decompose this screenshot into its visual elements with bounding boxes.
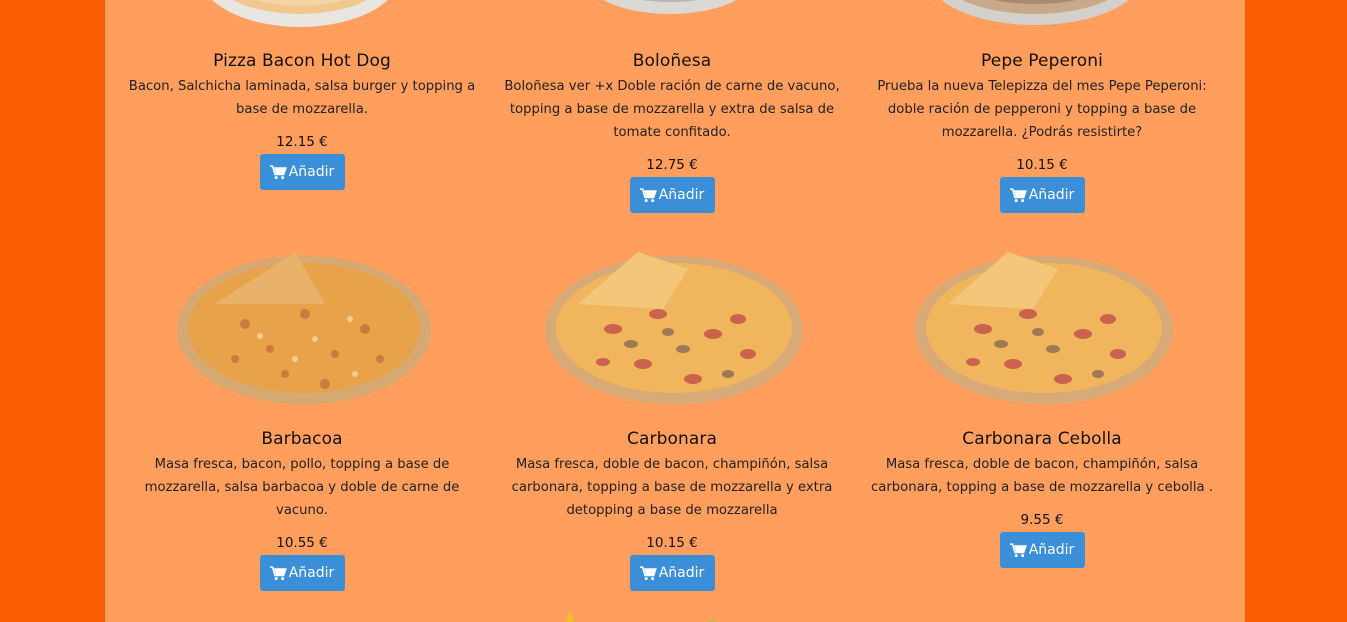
add-to-cart-button[interactable]: Añadir — [999, 177, 1085, 213]
cart-icon — [269, 164, 287, 179]
product-description: Bacon, Salchicha laminada, salsa burger … — [128, 79, 476, 117]
next-row-image-fragment — [707, 616, 719, 622]
product-name: Carbonara Cebolla — [962, 429, 1122, 449]
cart-icon — [269, 565, 287, 580]
product-description: Masa fresca, bacon, pollo, topping a bas… — [144, 457, 460, 518]
cart-icon — [1009, 187, 1027, 202]
product-price: 12.15 € — [276, 134, 328, 150]
add-to-cart-button[interactable]: Añadir — [629, 555, 715, 591]
add-button-label: Añadir — [288, 164, 335, 180]
product-card: Carbonara Masa fresca, doble de bacon, c… — [487, 428, 857, 591]
pizza-barbacoa-image — [177, 252, 431, 404]
add-button-label: Añadir — [658, 565, 705, 581]
pizza-carbonara-cebolla-image — [915, 252, 1173, 404]
add-button-label: Añadir — [1028, 542, 1075, 558]
product-name: Boloñesa — [632, 51, 712, 71]
add-to-cart-button[interactable]: Añadir — [259, 555, 345, 591]
cart-icon — [1009, 542, 1027, 557]
product-description: Masa fresca, doble de bacon, champiñón, … — [871, 457, 1213, 495]
product-card: Boloñesa Boloñesa ver +x Doble ración de… — [487, 50, 857, 213]
product-name: Pepe Peperoni — [981, 51, 1103, 71]
product-name: Barbacoa — [261, 429, 343, 449]
pizza-carbonara-image — [545, 252, 803, 404]
pizza-bolonesa-image — [603, 0, 737, 14]
product-price: 12.75 € — [646, 157, 698, 173]
product-name: Pizza Bacon Hot Dog — [213, 51, 391, 71]
pizza-bacon-hot-dog-image — [212, 0, 388, 27]
cart-icon — [639, 187, 657, 202]
product-card: Pizza Bacon Hot Dog Bacon, Salchicha lam… — [117, 50, 487, 190]
product-price: 9.55 € — [1020, 512, 1064, 528]
product-card: Carbonara Cebolla Masa fresca, doble de … — [857, 428, 1227, 568]
add-to-cart-button[interactable]: Añadir — [629, 177, 715, 213]
product-card: Barbacoa Masa fresca, bacon, pollo, topp… — [117, 428, 487, 591]
product-grid: Pizza Bacon Hot Dog Bacon, Salchicha lam… — [105, 0, 1245, 622]
next-row-image-fragment — [566, 610, 574, 622]
add-to-cart-button[interactable]: Añadir — [999, 532, 1085, 568]
add-button-label: Añadir — [288, 565, 335, 581]
product-name: Carbonara — [627, 429, 717, 449]
product-card: Pepe Peperoni Prueba la nueva Telepizza … — [857, 50, 1227, 213]
pizza-pepe-peperoni-image — [941, 0, 1129, 25]
product-price: 10.55 € — [276, 535, 328, 551]
product-description: Prueba la nueva Telepizza del mes Pepe P… — [877, 79, 1207, 140]
product-description: Boloñesa ver +x Doble ración de carne de… — [504, 79, 840, 140]
product-price: 10.15 € — [1016, 157, 1068, 173]
add-button-label: Añadir — [1028, 187, 1075, 203]
cart-icon — [639, 565, 657, 580]
add-to-cart-button[interactable]: Añadir — [259, 154, 345, 190]
product-description: Masa fresca, doble de bacon, champiñón, … — [511, 457, 833, 518]
product-price: 10.15 € — [646, 535, 698, 551]
add-button-label: Añadir — [658, 187, 705, 203]
